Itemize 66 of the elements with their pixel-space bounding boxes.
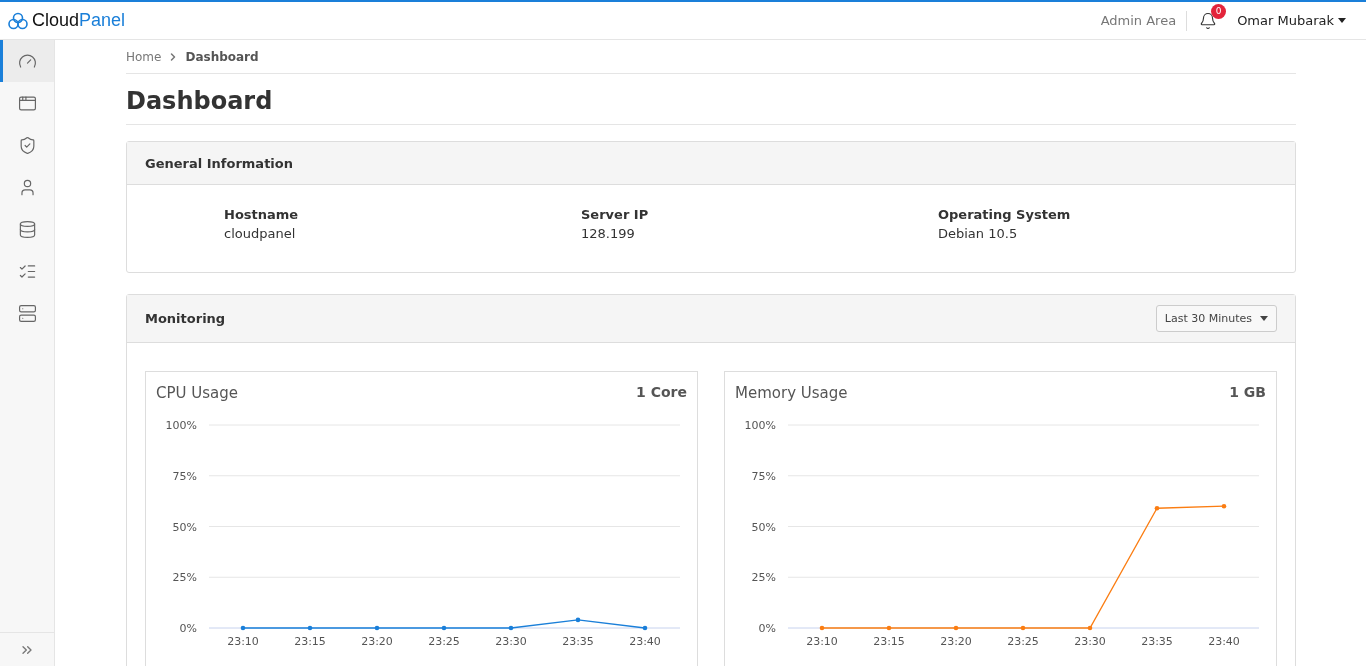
data-point: [307, 625, 313, 631]
x-tick-label: 23:40: [629, 635, 661, 648]
database-icon: [17, 219, 37, 239]
logo[interactable]: CloudPanel: [8, 10, 126, 31]
field-label: Server IP: [581, 207, 650, 222]
y-tick-label: 50%: [172, 520, 197, 534]
cloud-logo-icon: [8, 11, 28, 30]
user-menu-button[interactable]: Omar Mubarak: [1237, 13, 1346, 28]
data-point: [575, 617, 581, 623]
x-tick-label: 23:20: [361, 635, 393, 648]
data-point: [642, 625, 648, 631]
field-value: 128.199: [581, 226, 636, 241]
data-point: [1087, 625, 1093, 631]
caret-icon: [1338, 18, 1346, 23]
x-tick-label: 23:30: [1074, 635, 1106, 648]
data-point: [441, 625, 447, 631]
field-value: cloudpanel: [224, 226, 297, 241]
y-tick-label: 75%: [172, 469, 197, 483]
x-tick-label: 23:35: [562, 635, 594, 648]
sidebar-item[interactable]: [0, 40, 54, 82]
server-icon: [17, 303, 37, 323]
x-tick-label: 23:10: [227, 635, 259, 648]
x-tick-label: 23:25: [428, 635, 460, 648]
data-point: [240, 625, 246, 631]
bell-icon[interactable]: [1199, 11, 1218, 30]
chart-title: CPU Usage: [156, 384, 238, 402]
data-point: [953, 625, 959, 631]
page-title: Dashboard: [126, 74, 1296, 125]
card-title: General Information: [145, 155, 293, 171]
data-point: [1020, 625, 1026, 631]
data-point: [819, 625, 825, 631]
x-tick-label: 23:30: [495, 635, 527, 648]
x-tick-label: 23:15: [873, 635, 905, 648]
x-tick-label: 23:35: [1141, 635, 1173, 648]
y-tick-label: 100%: [165, 419, 197, 432]
data-point: [1154, 505, 1160, 511]
chart-capacity: 1 Core: [636, 384, 687, 402]
y-tick-label: 75%: [751, 469, 776, 483]
y-tick-label: 0%: [179, 622, 197, 635]
data-point: [374, 625, 380, 631]
data-point: [508, 625, 514, 631]
field-label: Hostname: [224, 207, 300, 222]
y-tick-label: 100%: [744, 419, 776, 432]
x-tick-label: 23:25: [1007, 635, 1039, 648]
x-tick-label: 23:20: [940, 635, 972, 648]
card-title: Monitoring: [145, 311, 226, 326]
field-label: Operating System: [938, 207, 1072, 222]
breadcrumb-link[interactable]: Dashboard: [185, 49, 259, 64]
breadcrumb-link[interactable]: Home: [126, 49, 162, 64]
chart-title: Memory Usage: [735, 384, 848, 402]
admin-area-link[interactable]: Admin Area: [1100, 10, 1188, 31]
data-point: [886, 625, 892, 631]
x-tick-label: 23:15: [294, 635, 326, 648]
x-tick-label: 23:40: [1208, 635, 1240, 648]
chart-capacity: 1 GB: [1229, 384, 1266, 402]
data-point: [1221, 503, 1227, 509]
notification-count: 0: [1211, 3, 1227, 19]
y-tick-label: 25%: [172, 571, 197, 585]
caret-icon: [1260, 316, 1268, 321]
field-value: Debian 10.5: [938, 226, 1019, 241]
x-tick-label: 23:10: [806, 635, 838, 648]
y-tick-label: 0%: [758, 622, 776, 635]
y-tick-label: 50%: [751, 520, 776, 534]
time-range-dropdown[interactable]: Last 30 Minutes: [1155, 305, 1277, 332]
logo-text: CloudPanel: [32, 10, 126, 31]
y-tick-label: 25%: [751, 571, 776, 585]
